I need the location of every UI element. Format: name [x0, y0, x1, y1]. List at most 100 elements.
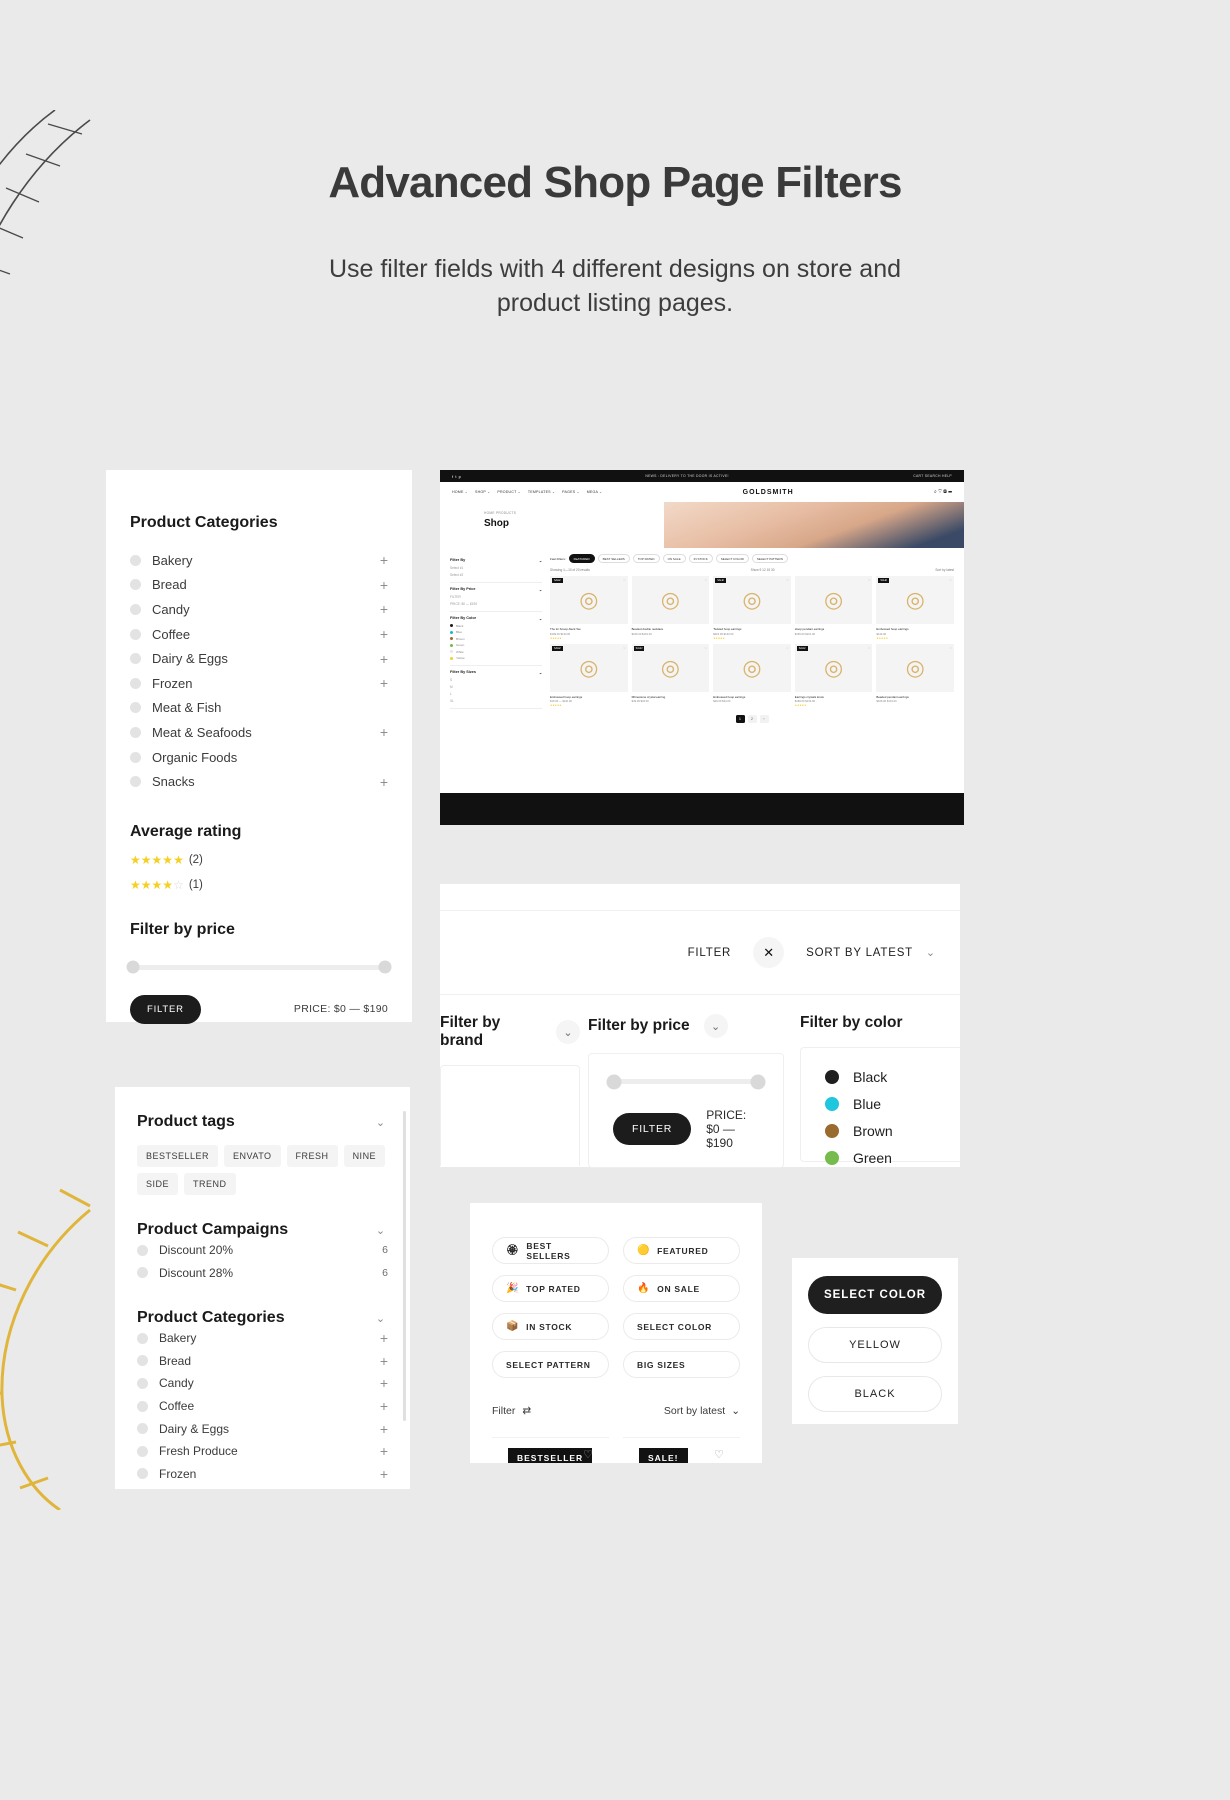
- expand-icon[interactable]: +: [380, 1444, 388, 1458]
- radio-icon[interactable]: [130, 677, 141, 689]
- color-filter-row[interactable]: Brown: [825, 1123, 936, 1139]
- filter-pill-button[interactable]: 🟡 FEATURED: [623, 1237, 740, 1264]
- tag-chip[interactable]: FRESH: [286, 1145, 338, 1167]
- tags-category-item[interactable]: Bakery +: [137, 1327, 388, 1350]
- tags-category-item[interactable]: Coffee +: [137, 1395, 388, 1418]
- price-range-slider[interactable]: [126, 960, 392, 974]
- shop-nav-item[interactable]: TEMPLATES ⌄: [528, 490, 555, 494]
- shop-fast-filters[interactable]: Fast Filters: FEATURED BEST SELLERS TOP RAT…: [550, 554, 954, 563]
- wishlist-heart-icon[interactable]: ♡: [714, 1448, 724, 1461]
- topbar-links[interactable]: CART SEARCH HELP: [913, 474, 952, 478]
- expand-icon[interactable]: +: [380, 1422, 388, 1436]
- radio-icon[interactable]: [137, 1377, 148, 1389]
- shop-brand-logo[interactable]: GOLDSMITH: [602, 489, 934, 496]
- radio-icon[interactable]: [130, 579, 141, 591]
- expand-icon[interactable]: +: [380, 627, 388, 641]
- shop-product-card[interactable]: ♡ ◎ Embossed hoop earrings $49.00 $34.00: [713, 643, 791, 708]
- product-image[interactable]: SALE! ♡ ◎: [550, 576, 628, 624]
- product-image[interactable]: ♡ ◎: [631, 576, 710, 624]
- shop-filter-block-title[interactable]: Filter By Sizes ⌄: [450, 670, 542, 675]
- tags-header[interactable]: Product tags ⌄: [137, 1113, 388, 1131]
- radio-icon[interactable]: [130, 726, 141, 738]
- shop-product-card[interactable]: SALE! ♡ ◎ Twisted hoop earrings $215.00 $133…: [713, 576, 791, 640]
- product-image[interactable]: SALE! ♡ ◎: [794, 643, 873, 692]
- radio-icon[interactable]: [137, 1244, 148, 1256]
- shop-filter-block-title[interactable]: Filter By Color ⌄: [450, 616, 542, 621]
- filter-button-group[interactable]: Filter ⇄: [492, 1405, 531, 1417]
- bar-filter-button[interactable]: FILTER: [613, 1113, 692, 1145]
- filter-pill-button[interactable]: SELECT COLOR: [623, 1313, 740, 1340]
- chevron-down-icon[interactable]: ⌄: [373, 1223, 388, 1238]
- shop-pagination[interactable]: 1 2 ›: [550, 715, 954, 723]
- shop-color-swatch-row[interactable]: White: [450, 650, 542, 654]
- radio-icon[interactable]: [130, 603, 141, 615]
- shop-color-swatch-row[interactable]: Yellow: [450, 656, 542, 660]
- campaign-item[interactable]: Discount 28% 6: [137, 1262, 388, 1285]
- shop-product-card[interactable]: ♡ ◎ Hoop pendant earrings $166.00 $101.00: [794, 576, 873, 640]
- color-option-button[interactable]: BLACK: [808, 1376, 942, 1412]
- bar-price-min-handle[interactable]: [606, 1074, 622, 1089]
- expand-icon[interactable]: +: [380, 652, 388, 666]
- shop-color-swatch-row[interactable]: Brown: [450, 637, 542, 641]
- shop-nav-item[interactable]: PAGES ⌄: [562, 490, 580, 494]
- radio-icon[interactable]: [130, 751, 141, 763]
- chevron-down-icon[interactable]: ⌄: [556, 1020, 580, 1044]
- price-slider-max-handle[interactable]: [378, 960, 392, 974]
- shop-view-options[interactable]: Show 9 12 15 30: [751, 568, 775, 572]
- expand-icon[interactable]: +: [380, 775, 388, 789]
- filter-pill-button[interactable]: SELECT PATTERN: [492, 1351, 609, 1378]
- tag-chip[interactable]: ENVATO: [224, 1145, 281, 1167]
- sidebar-category-item[interactable]: Bakery +: [130, 548, 388, 573]
- shop-nav-item[interactable]: PRODUCT ⌄: [497, 490, 521, 494]
- filter-pill-button[interactable]: BIG SIZES: [623, 1351, 740, 1378]
- product-title[interactable]: Hoop pendant earrings: [795, 627, 873, 631]
- tag-chip[interactable]: NINE: [343, 1145, 386, 1167]
- color-filter-row[interactable]: Green: [825, 1150, 936, 1166]
- radio-icon[interactable]: [137, 1355, 148, 1367]
- sidebar-category-item[interactable]: Organic Foods: [130, 745, 388, 770]
- shop-nav-item[interactable]: MEGA ⌄: [587, 490, 603, 494]
- campaign-item[interactable]: Discount 20% 6: [137, 1239, 388, 1262]
- product-image[interactable]: SALE! ♡ ◎: [550, 643, 628, 692]
- shop-product-card[interactable]: SALE! ♡ ◎ Earrings crystals knots $199.00 $1…: [794, 643, 873, 707]
- shop-page-button[interactable]: 1: [735, 715, 745, 723]
- radio-icon[interactable]: [130, 554, 141, 566]
- tag-chip[interactable]: BESTSELLER: [137, 1145, 219, 1167]
- shop-fast-filter-pill[interactable]: ON SALE: [662, 554, 686, 563]
- product-title[interactable]: Twisted hoop earrings: [713, 627, 791, 631]
- tag-chip[interactable]: TREND: [184, 1173, 236, 1195]
- shop-color-swatch-row[interactable]: Blue: [450, 630, 542, 634]
- product-image[interactable]: ♡ ◎: [794, 576, 873, 624]
- expand-icon[interactable]: +: [380, 1399, 388, 1413]
- product-title[interactable]: Embossed hoop earrings: [876, 627, 954, 631]
- chevron-down-icon[interactable]: ⌄: [923, 945, 938, 960]
- sidebar-category-item[interactable]: Snacks +: [130, 769, 388, 794]
- product-image[interactable]: ♡ ◎: [713, 643, 791, 692]
- bar-price-slider[interactable]: [606, 1074, 766, 1089]
- sidebar-category-item[interactable]: Coffee +: [130, 622, 388, 647]
- product-image[interactable]: SALE! ♡ ◎: [631, 643, 710, 692]
- rating-filter-row[interactable]: ★★★★☆ (1): [130, 879, 388, 891]
- sidebar-filter-button[interactable]: FILTER: [130, 994, 201, 1024]
- radio-icon[interactable]: [130, 702, 141, 714]
- chevron-down-icon[interactable]: ⌄: [703, 1014, 728, 1038]
- shop-fast-filter-pill[interactable]: IN STOCK: [688, 554, 713, 563]
- rating-filter-row[interactable]: ★★★★★ (2): [130, 854, 388, 866]
- shop-page-button[interactable]: 2: [747, 715, 757, 723]
- shop-fast-filter-pill[interactable]: SELECT COLOR: [715, 554, 749, 563]
- shop-nav-icons[interactable]: ⌕ ♡ ⛁ ☰: [934, 489, 952, 495]
- tags-category-item[interactable]: Bread +: [137, 1350, 388, 1373]
- expand-icon[interactable]: +: [380, 553, 388, 567]
- sidebar-category-item[interactable]: Candy +: [130, 597, 388, 622]
- sidebar-category-item[interactable]: Bread +: [130, 573, 388, 598]
- shop-fast-filter-pill[interactable]: FEATURED: [568, 554, 595, 563]
- sort-dropdown[interactable]: SORT BY LATEST ⌄: [806, 945, 938, 960]
- select-color-button[interactable]: SELECT COLOR: [808, 1276, 942, 1314]
- mini-product-card[interactable]: SALE! ♡: [623, 1437, 740, 1463]
- product-image[interactable]: SALE! ♡ ◎: [876, 576, 954, 624]
- radio-icon[interactable]: [137, 1445, 148, 1457]
- chevron-down-icon[interactable]: ⌄: [373, 1115, 388, 1130]
- expand-icon[interactable]: +: [380, 1467, 388, 1481]
- product-title[interactable]: Beaded double necklace: [632, 627, 710, 631]
- expand-icon[interactable]: +: [380, 1376, 388, 1390]
